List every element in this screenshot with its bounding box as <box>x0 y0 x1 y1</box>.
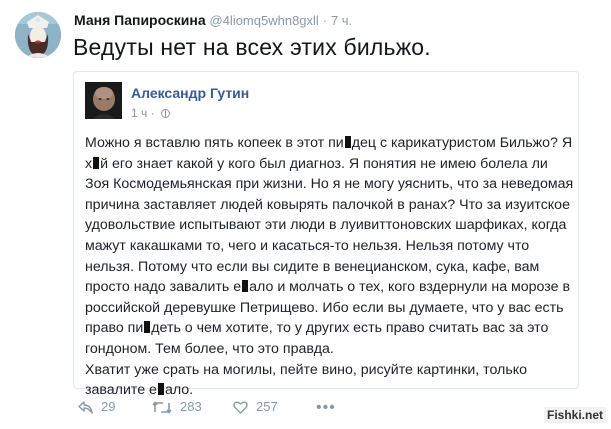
tweet-header: Маня Папироскина @4liomq5whn8gxll · 7 ч. <box>74 12 352 28</box>
like-button[interactable]: 257 <box>233 399 278 414</box>
tweet-text: Ведуты нет на всех этих бильжо. <box>73 34 431 60</box>
censor-block <box>93 156 100 169</box>
quoted-author-name[interactable]: Александр Гутин <box>131 85 249 101</box>
quoted-author-avatar[interactable] <box>85 82 122 119</box>
site-watermark: Fishki.net <box>543 407 606 423</box>
tweet-time[interactable]: 7 ч. <box>331 13 352 28</box>
heart-icon <box>233 401 248 414</box>
like-count: 257 <box>256 399 278 414</box>
retweet-icon <box>152 401 172 414</box>
censor-block <box>242 280 249 293</box>
censor-block <box>157 383 164 396</box>
quoted-paragraph-2: Хватит уже срать на могилы, пейте вино, … <box>85 361 527 399</box>
reply-icon <box>78 401 93 414</box>
author-avatar[interactable] <box>15 12 61 58</box>
censor-block <box>144 321 151 334</box>
quoted-paragraph-1: Можно я вставлю пять копеек в этот пи дец… <box>85 135 574 357</box>
retweet-count: 283 <box>180 399 202 414</box>
quoted-post-body: Можно я вставлю пять копеек в этот пи дец… <box>85 133 575 401</box>
globe-icon <box>160 109 170 118</box>
reply-count: 29 <box>101 399 116 414</box>
separator-dot: · <box>322 13 328 28</box>
quoted-post-meta: 1 ч · <box>131 106 170 120</box>
author-handle[interactable]: @4liomq5whn8gxll <box>210 13 319 28</box>
author-name[interactable]: Маня Папироскина <box>74 12 206 28</box>
quoted-post-time[interactable]: 1 ч <box>131 106 147 120</box>
reply-button[interactable]: 29 <box>78 399 115 414</box>
more-options-icon[interactable]: ••• <box>316 399 336 417</box>
quoted-post-card[interactable]: Александр Гутин 1 ч · Можно я вставлю пя… <box>73 71 579 398</box>
censor-block <box>344 136 351 148</box>
tweet-card: Маня Папироскина @4liomq5whn8gxll · 7 ч.… <box>0 0 611 429</box>
retweet-button[interactable]: 283 <box>152 399 202 414</box>
